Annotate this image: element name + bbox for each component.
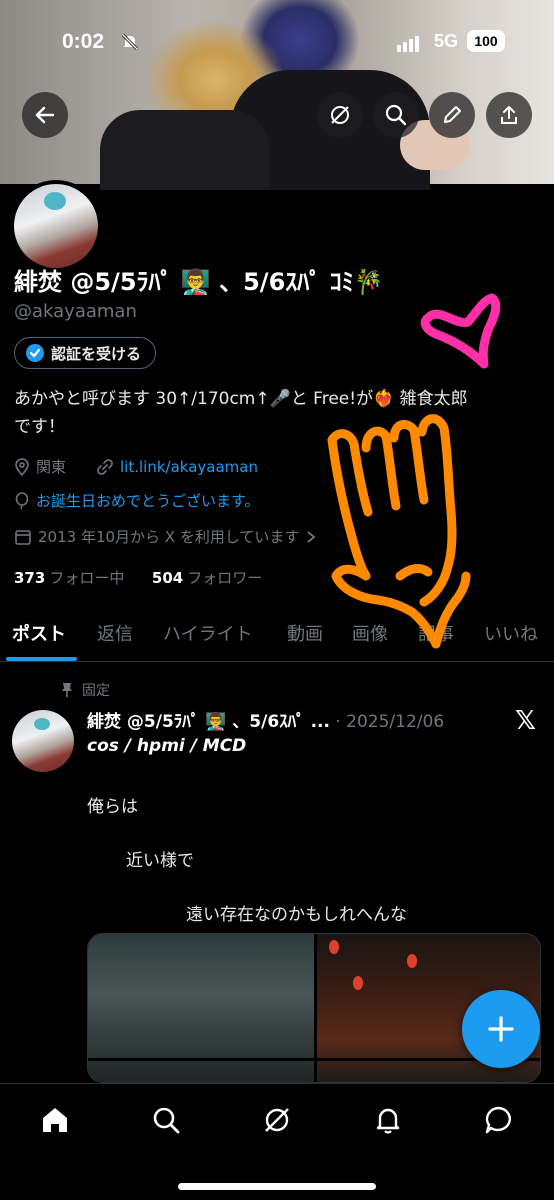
home-icon (43, 1108, 67, 1132)
edit-icon (444, 106, 461, 123)
verified-badge-icon (26, 344, 44, 362)
tab-photos[interactable]: 画像 (352, 620, 388, 646)
bio-line-2: です！ (14, 417, 65, 437)
pinned-label: 固定 (82, 683, 110, 699)
nav-grok[interactable] (259, 1102, 295, 1138)
active-tab-indicator (6, 657, 77, 661)
signal-icon (397, 33, 421, 52)
follow-stats: 373 フォロー中 504 フォロワー (14, 567, 262, 588)
following-count: 373 (14, 569, 46, 587)
meta-joined: 2013 年10月から X を利用しています (14, 526, 317, 547)
post-text-line-2: 近い様で (126, 851, 194, 871)
search-icon (385, 104, 407, 126)
pinned-indicator: 固定 (60, 680, 110, 700)
tab-likes[interactable]: いいね (484, 620, 538, 646)
plus-icon (488, 1016, 514, 1042)
notifications-icon (376, 1108, 400, 1134)
website-link[interactable]: lit.link/akayaaman (120, 458, 258, 476)
get-verified-button[interactable]: 認証を受ける (14, 337, 157, 369)
profile-tabs: ポスト 返信 ハイライト 動画 画像 記事 いいね (0, 610, 554, 662)
post-author-name[interactable]: 緋焚 @5/5ﾗﾊﾟ 👨‍🏫 、5/6ｽﾊﾟ ... (87, 712, 330, 732)
compose-post-button[interactable] (462, 990, 540, 1068)
back-arrow-icon (35, 106, 55, 124)
followers-label: フォロワー (187, 569, 263, 587)
share-icon (501, 106, 517, 124)
grok-button[interactable] (317, 92, 363, 138)
birthday-text: お誕生日おめでとうございます。 (36, 492, 260, 510)
chevron-right-icon[interactable] (305, 530, 317, 544)
tab-replies[interactable]: 返信 (97, 620, 133, 646)
post-subtitle: cos / hpmi / MCD (87, 736, 247, 756)
followers-link[interactable]: 504 フォロワー (152, 569, 262, 587)
bell-off-icon (121, 33, 139, 51)
edit-button[interactable] (429, 92, 475, 138)
post-text-line-3: 遠い存在なのかもしれへんな (186, 905, 407, 925)
balloon-icon (15, 491, 29, 509)
nav-notifications[interactable] (370, 1102, 406, 1138)
battery-icon: 100 (467, 30, 505, 52)
tab-highlights[interactable]: ハイライト (163, 620, 253, 646)
home-indicator (178, 1183, 376, 1190)
tab-articles[interactable]: 記事 (418, 620, 454, 646)
following-link[interactable]: 373 フォロー中 (14, 569, 124, 587)
profile-handle: @akayaaman (14, 301, 137, 322)
location-text: 関東 (36, 458, 67, 476)
display-name: 緋焚 @5/5ﾗﾊﾟ 👨‍🏫 、5/6ｽﾊﾟ ｺﾐ🎋 (14, 268, 384, 296)
location-icon (15, 457, 29, 476)
meta-birthday: お誕生日おめでとうございます。 (14, 490, 260, 511)
bio-line-1: あかやと呼びます 30↑/170cm↑🎤と Free!が❤️‍🔥 雑食太郎 (14, 389, 468, 409)
share-button[interactable] (486, 92, 532, 138)
calendar-icon (15, 529, 31, 545)
status-bar: 0:02 5G 100 (0, 0, 554, 80)
messages-icon (485, 1106, 511, 1134)
link-icon (97, 458, 113, 475)
status-time: 0:02 (62, 30, 105, 53)
nav-home[interactable] (37, 1102, 73, 1138)
grok-icon (265, 1108, 289, 1132)
grok-icon (331, 106, 349, 124)
followers-count: 504 (151, 569, 184, 587)
post-date: · 2025/12/06 (335, 712, 445, 732)
profile-avatar[interactable] (10, 180, 102, 272)
tab-videos[interactable]: 動画 (287, 620, 323, 646)
post-header: 緋焚 @5/5ﾗﾊﾟ 👨‍🏫 、5/6ｽﾊﾟ ... · 2025/12/06 (87, 707, 444, 732)
post-author-avatar[interactable] (12, 710, 74, 772)
tab-posts[interactable]: ポスト (12, 620, 66, 646)
joined-text: 2013 年10月から X を利用しています (38, 528, 300, 546)
post-text-line-1: 俺らは (87, 797, 138, 817)
back-button[interactable] (22, 92, 68, 138)
get-verified-label: 認証を受ける (51, 344, 142, 363)
meta-location-website: 関東 lit.link/akayaaman (14, 456, 258, 477)
network-type: 5G (434, 31, 459, 51)
nav-messages[interactable] (481, 1102, 517, 1138)
pink-heart-doodle (420, 293, 501, 369)
search-icon (153, 1107, 180, 1134)
x-logo-icon[interactable]: 𝕏 (515, 706, 536, 736)
profile-bio: あかやと呼びます 30↑/170cm↑🎤と Free!が❤️‍🔥 雑食太郎 です… (14, 385, 534, 441)
search-button[interactable] (373, 92, 419, 138)
pin-icon (62, 683, 72, 697)
following-label: フォロー中 (49, 569, 125, 587)
nav-search[interactable] (148, 1102, 184, 1138)
